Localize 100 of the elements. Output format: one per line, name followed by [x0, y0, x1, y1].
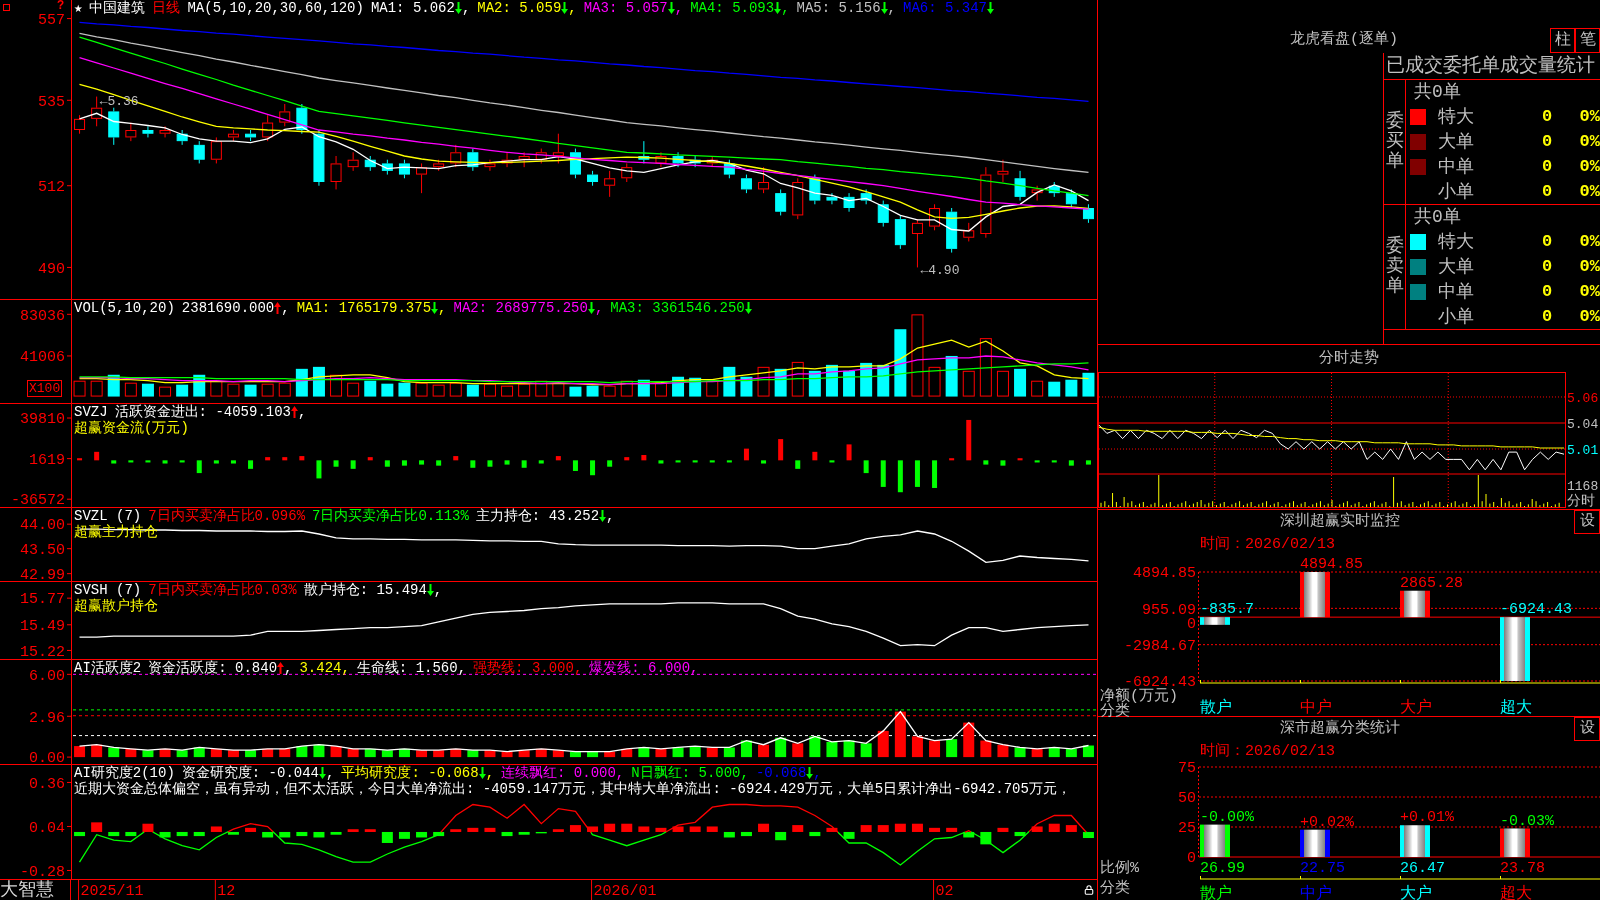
legend-text: MA5: 5.156	[796, 0, 881, 16]
order-count: 0	[1542, 306, 1553, 327]
legend-comma: ,	[485, 765, 495, 781]
legend-text: MA2: 2689775.250	[453, 300, 588, 316]
order-size-label: 小单	[1438, 181, 1475, 202]
legend-text: 7日内买卖净占比0.03%	[148, 582, 297, 598]
group-label: 委买单	[1385, 112, 1404, 172]
order-size-label: 特大	[1438, 107, 1475, 128]
order-size-label: 中单	[1438, 156, 1475, 177]
legend-text: -0.068	[755, 765, 807, 781]
y-tick-label: 75	[1178, 760, 1196, 778]
legend-comma: ,	[298, 404, 307, 420]
group-label: 委卖单	[1385, 237, 1404, 297]
order-size-label: 大单	[1438, 132, 1475, 152]
legend-text: AI研究度2(10)	[74, 765, 175, 781]
legend-comma: ,	[281, 300, 290, 316]
y-tick-label: 41006	[20, 349, 65, 367]
group-total: 共0单	[1414, 82, 1461, 103]
legend-comma: ,	[326, 765, 335, 781]
y-tick-label: 0	[1187, 850, 1196, 868]
legend-text: VOL(5,10,20)	[74, 300, 175, 316]
y-tick-label: 42.99	[20, 566, 65, 584]
axis-title: 分时	[1567, 492, 1595, 509]
unit-label: X100	[27, 380, 63, 397]
indicator-caption: 超赢散户持仓	[74, 598, 158, 614]
legend-comma: ,	[461, 0, 471, 16]
y-tick-label: 2.96	[29, 709, 65, 727]
y-tick-label: 512	[38, 178, 65, 196]
order-count: 0	[1542, 281, 1553, 302]
legend-comma: ,	[594, 300, 604, 316]
legend-text: 2381690.000	[181, 300, 275, 316]
legend-text: 连续飘红: 0.000,	[501, 765, 625, 781]
legend-comma: ,	[813, 765, 822, 781]
y-tick-label: 4894.85	[1133, 565, 1196, 583]
legend-text: 资金研究度: -0.044	[181, 765, 320, 781]
date-axis-label: 2026/01	[593, 883, 657, 900]
legend-text: 资金活跃度: 0.840	[148, 660, 278, 676]
legend-text: MA3: 5.057	[583, 0, 668, 16]
legend-text: 7日内买卖净占比0.113%	[312, 508, 469, 524]
app-brand-name: 大智慧	[0, 880, 71, 900]
y-tick-label: 490	[38, 260, 65, 278]
change-percent-label: +0.02%	[1300, 813, 1354, 831]
price-annotation: ←5.36	[99, 94, 139, 110]
bar-value-label: 26.99	[1200, 860, 1245, 878]
bar-value-label: -6924.43	[1500, 601, 1572, 619]
y-tick-label: 0.00	[29, 750, 65, 768]
y-tick-label: -2984.67	[1124, 637, 1196, 655]
chart-date: 时间：2026/02/13	[1200, 535, 1335, 555]
panel-title: 龙虎看盘(逐单)	[1290, 30, 1398, 50]
legend-text: MA1: 1765179.375	[296, 300, 432, 316]
y-tick-label: 535	[38, 93, 65, 111]
panel-title: 深市超赢分类统计	[1280, 719, 1400, 739]
legend-text: MA(5,10,20,30,60,120)	[187, 0, 364, 16]
category-label: 大户	[1400, 698, 1432, 717]
category-label: 中户	[1300, 884, 1332, 900]
y-tick-label: 6.00	[29, 667, 65, 685]
legend-comma: ,	[433, 582, 443, 598]
y-tick-label: 15.49	[20, 618, 65, 636]
order-share: 0%	[1579, 281, 1600, 302]
bar-value-label: 22.75	[1300, 860, 1345, 878]
legend-text: MA3: 3361546.250	[610, 300, 745, 316]
legend-text: 日线	[152, 0, 181, 16]
y-tick-label: 44.00	[20, 517, 65, 535]
y-tick-label: 0.04	[29, 819, 65, 837]
legend-text: MA2: 5.059	[477, 0, 562, 16]
y-tick-label: 1619	[29, 451, 65, 469]
legend-comma: ,	[438, 300, 447, 316]
order-count: 0	[1542, 107, 1553, 128]
y-tick-label: 50	[1178, 790, 1196, 808]
legend-text: 中国建筑	[89, 0, 146, 16]
y-tick-label: -0.28	[20, 863, 65, 881]
change-percent-label: -0.00%	[1200, 808, 1254, 826]
panel-title: 分时走势	[1319, 348, 1379, 369]
panel-title: 深圳超赢实时监控	[1280, 512, 1400, 532]
order-size-label: 大单	[1438, 257, 1475, 277]
order-size-label: 特大	[1438, 232, 1475, 253]
axis-title: 分类	[1100, 880, 1130, 898]
indicator-caption: 近期大资金总体偏空，虽有异动，但不太活跃，今日大单净流出: -4059.147万元，其中特大单净流出: -6924.429万元，大单5日累计净出-6942.705万元，	[74, 781, 1071, 797]
legend-comma: ,	[606, 508, 615, 524]
legend-text: SVZL (7)	[74, 508, 142, 524]
y-tick-label: 5.04	[1567, 416, 1599, 432]
order-share: 0%	[1579, 107, 1600, 128]
y-tick-label: 5.06	[1567, 390, 1599, 406]
legend-comma: ,	[674, 0, 684, 16]
order-count: 0	[1542, 156, 1553, 177]
category-label: 散户	[1200, 884, 1232, 900]
y-tick-label: 15.22	[20, 643, 65, 661]
legend-text: 平均研究度: -0.068	[341, 765, 479, 781]
y-tick-label: -36572	[11, 492, 65, 510]
table-heading: 已成交委托单成交量统计	[1386, 55, 1595, 77]
bar-value-label: 4894.85	[1300, 556, 1363, 574]
order-count: 0	[1542, 232, 1553, 253]
price-annotation: ←4.90	[920, 263, 960, 278]
order-count: 0	[1542, 257, 1553, 277]
bar-value-label: -835.7	[1200, 601, 1254, 619]
change-percent-label: +0.01%	[1400, 809, 1454, 827]
legend-text: 主力持仓: 43.252	[475, 508, 600, 524]
order-count: 0	[1542, 181, 1553, 202]
y-tick-label: 43.50	[20, 541, 65, 559]
date-axis-label: 02	[935, 883, 954, 900]
